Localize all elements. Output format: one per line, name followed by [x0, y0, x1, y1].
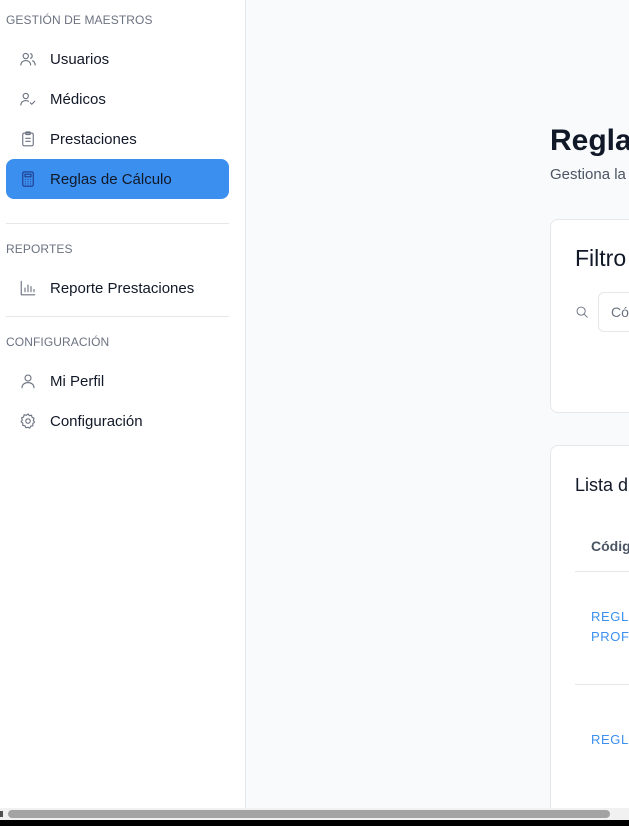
user-check-icon [18, 89, 38, 109]
sidebar-item-prestaciones[interactable]: Prestaciones [6, 119, 229, 159]
sidebar-item-reglas-de-calculo[interactable]: Reglas de Cálculo [6, 159, 229, 199]
sidebar-item-label: Mi Perfil [50, 372, 105, 390]
scrollbar-thumb[interactable] [8, 810, 610, 818]
list-card-title: Lista d [575, 475, 629, 495]
bar-chart-icon [18, 278, 38, 298]
scroll-left-arrow[interactable] [0, 811, 3, 817]
calculator-icon [18, 169, 38, 189]
table-row-code-link[interactable]: REGLA PROFE [591, 607, 629, 647]
user-icon [18, 371, 38, 391]
settings-icon [18, 411, 38, 431]
sidebar-item-mi-perfil[interactable]: Mi Perfil [6, 361, 229, 401]
sidebar-divider [6, 316, 229, 317]
table-row-code-link[interactable]: REGLA [591, 730, 629, 750]
section-title-gestion-maestros: GESTIÓN DE MAESTROS [6, 13, 153, 27]
section-title-configuracion: CONFIGURACIÓN [6, 335, 110, 349]
sidebar-item-medicos[interactable]: Médicos [6, 79, 229, 119]
search-icon [575, 305, 589, 319]
horizontal-scrollbar[interactable] [0, 808, 629, 820]
sidebar-item-label: Configuración [50, 412, 143, 430]
code-line: REGLA [591, 609, 629, 624]
sidebar: GESTIÓN DE MAESTROS Usuarios Médicos Pre… [0, 0, 246, 808]
sidebar-item-label: Reglas de Cálculo [50, 170, 172, 188]
code-line: REGLA [591, 732, 629, 747]
column-header-codigo: Códig [591, 538, 629, 554]
users-icon [18, 49, 38, 69]
sidebar-divider [6, 223, 229, 224]
sidebar-item-reporte-prestaciones[interactable]: Reporte Prestaciones [6, 268, 229, 308]
search-input[interactable] [598, 292, 629, 332]
code-line: PROFE [591, 629, 629, 644]
sidebar-item-configuracion[interactable]: Configuración [6, 401, 229, 441]
table-row-divider [575, 571, 629, 572]
filters-card-title: Filtro [575, 245, 627, 271]
section-title-reportes: REPORTES [6, 242, 73, 256]
page-subtitle: Gestiona la [550, 166, 626, 183]
sidebar-item-usuarios[interactable]: Usuarios [6, 39, 229, 79]
filters-card: Filtro [550, 219, 629, 413]
window-bottom-edge [0, 820, 629, 826]
list-card: Lista d Códig REGLA PROFE REGLA [550, 445, 629, 808]
table-row-divider [575, 684, 629, 685]
sidebar-item-label: Prestaciones [50, 130, 137, 148]
main-content: Regla Gestiona la Filtro Lista d Códig R… [246, 0, 629, 808]
sidebar-item-label: Usuarios [50, 50, 110, 68]
page-title: Regla [550, 124, 629, 157]
sidebar-item-label: Reporte Prestaciones [50, 279, 195, 297]
sidebar-item-label: Médicos [50, 90, 106, 108]
clipboard-icon [18, 129, 38, 149]
